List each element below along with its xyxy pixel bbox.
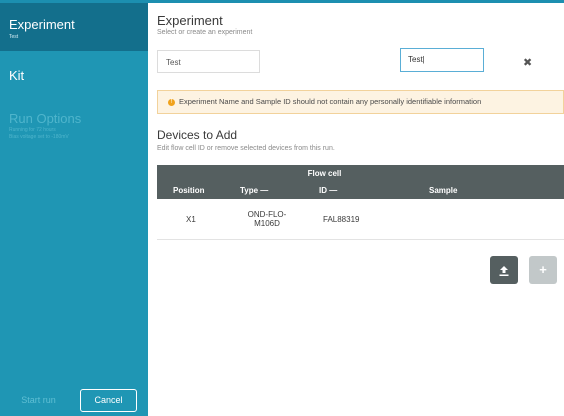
sidebar-item-sublabel: Bias voltage set to -180mV (9, 134, 69, 140)
sidebar: Experiment Test Kit Run Options Running … (0, 3, 148, 416)
sidebar-item-label: Kit (9, 68, 25, 83)
cancel-button[interactable]: Cancel (80, 389, 137, 412)
upload-icon (498, 262, 510, 277)
sidebar-item-run-options[interactable]: Run Options Running for 72 hours Bias vo… (0, 103, 148, 153)
sidebar-item-kit[interactable]: Kit (0, 58, 148, 93)
plus-icon: + (539, 262, 547, 277)
table-header: Flow cell Position Type — ID — Sample (157, 165, 564, 199)
flow-cell-group-header: Flow cell (307, 169, 342, 178)
page-title: Experiment (157, 13, 223, 28)
sidebar-item-sublabel: Test (9, 34, 19, 40)
warning-text: Experiment Name and Sample ID should not… (179, 97, 482, 106)
main-panel: Experiment Select or create an experimen… (148, 3, 564, 416)
column-header-id[interactable]: ID — (319, 186, 337, 195)
experiment-name-input[interactable]: Test (157, 50, 260, 73)
type-line: OND-FLO- (247, 210, 287, 219)
table-row: X1 OND-FLO- M106D FAL88319 (157, 199, 564, 240)
type-cell: OND-FLO- M106D (241, 210, 293, 228)
sidebar-item-label: Run Options (9, 111, 82, 126)
sidebar-item-label: Experiment (9, 17, 75, 32)
sidebar-item-sublabel: Running for 72 hours (9, 127, 56, 133)
type-line: M106D (254, 219, 280, 228)
position-cell: X1 (186, 215, 196, 224)
pii-warning-banner: ! Experiment Name and Sample ID should no… (157, 90, 564, 114)
section-title: Devices to Add (157, 128, 238, 142)
column-header-position: Position (173, 186, 205, 195)
column-header-type[interactable]: Type — (240, 186, 268, 195)
section-subtitle: Edit flow cell ID or remove selected dev… (157, 145, 335, 152)
upload-button[interactable] (490, 256, 518, 284)
devices-table: Flow cell Position Type — ID — Sample X1… (157, 165, 564, 240)
warning-icon: ! (168, 98, 175, 106)
add-device-button[interactable]: + (529, 256, 557, 284)
sidebar-item-experiment[interactable]: Experiment Test (0, 3, 148, 51)
remove-device-icon[interactable]: ✖ (523, 56, 532, 69)
column-header-sample: Sample (429, 186, 458, 195)
flow-cell-id-cell[interactable]: FAL88319 (323, 215, 359, 224)
page-subtitle: Select or create an experiment (157, 29, 253, 36)
start-run-button[interactable]: Start run (7, 389, 70, 412)
sample-id-input[interactable]: Test| (400, 48, 484, 72)
